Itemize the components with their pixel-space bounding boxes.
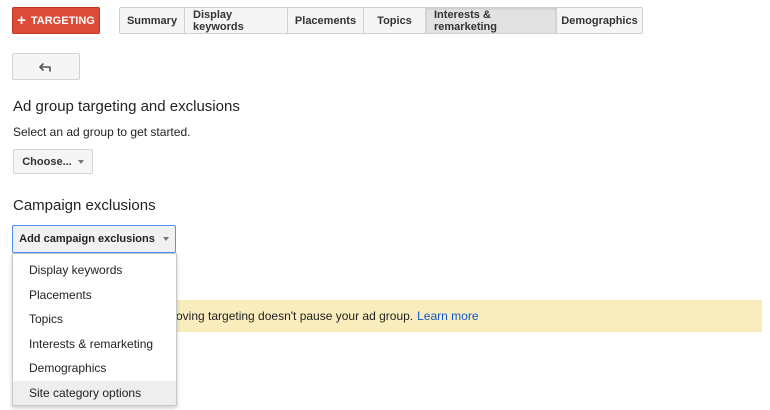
choose-button-label: Choose...: [22, 155, 72, 168]
tab-placements[interactable]: Placements: [288, 7, 364, 34]
add-campaign-exclusions-button[interactable]: Add campaign exclusions: [12, 225, 176, 253]
targeting-tabs: Summary Display keywords Placements Topi…: [119, 7, 643, 34]
ad-group-section-title: Ad group targeting and exclusions: [13, 98, 240, 115]
plus-icon: +: [17, 12, 26, 29]
menu-item-placements[interactable]: Placements: [13, 283, 176, 308]
choose-ad-group-dropdown[interactable]: Choose...: [13, 149, 93, 174]
tab-demographics[interactable]: Demographics: [557, 7, 643, 34]
chevron-down-icon: [162, 237, 169, 241]
tab-display-keywords[interactable]: Display keywords: [185, 7, 288, 34]
add-campaign-exclusions-label: Add campaign exclusions: [19, 233, 155, 245]
ad-group-section-subtitle: Select an ad group to get started.: [13, 125, 191, 139]
targeting-button[interactable]: + TARGETING: [12, 7, 100, 34]
back-button[interactable]: [12, 53, 80, 80]
campaign-exclusions-title: Campaign exclusions: [13, 197, 156, 214]
menu-item-topics[interactable]: Topics: [13, 307, 176, 332]
learn-more-link[interactable]: Learn more: [417, 309, 478, 323]
menu-item-interests-remarketing[interactable]: Interests & remarketing: [13, 332, 176, 357]
notice-bar: oving targeting doesn't pause your ad gr…: [176, 300, 762, 332]
tab-topics[interactable]: Topics: [364, 7, 426, 34]
targeting-button-label: TARGETING: [30, 14, 95, 27]
tab-interests-remarketing[interactable]: Interests & remarketing: [426, 7, 557, 34]
menu-item-display-keywords[interactable]: Display keywords: [13, 258, 176, 283]
tab-summary[interactable]: Summary: [119, 7, 185, 34]
back-arrow-icon: [39, 62, 51, 72]
menu-item-site-category-options[interactable]: Site category options: [13, 380, 176, 405]
chevron-down-icon: [77, 159, 84, 164]
menu-item-demographics[interactable]: Demographics: [13, 356, 176, 381]
notice-text: oving targeting doesn't pause your ad gr…: [176, 309, 414, 323]
campaign-exclusions-menu: Display keywords Placements Topics Inter…: [12, 253, 177, 406]
